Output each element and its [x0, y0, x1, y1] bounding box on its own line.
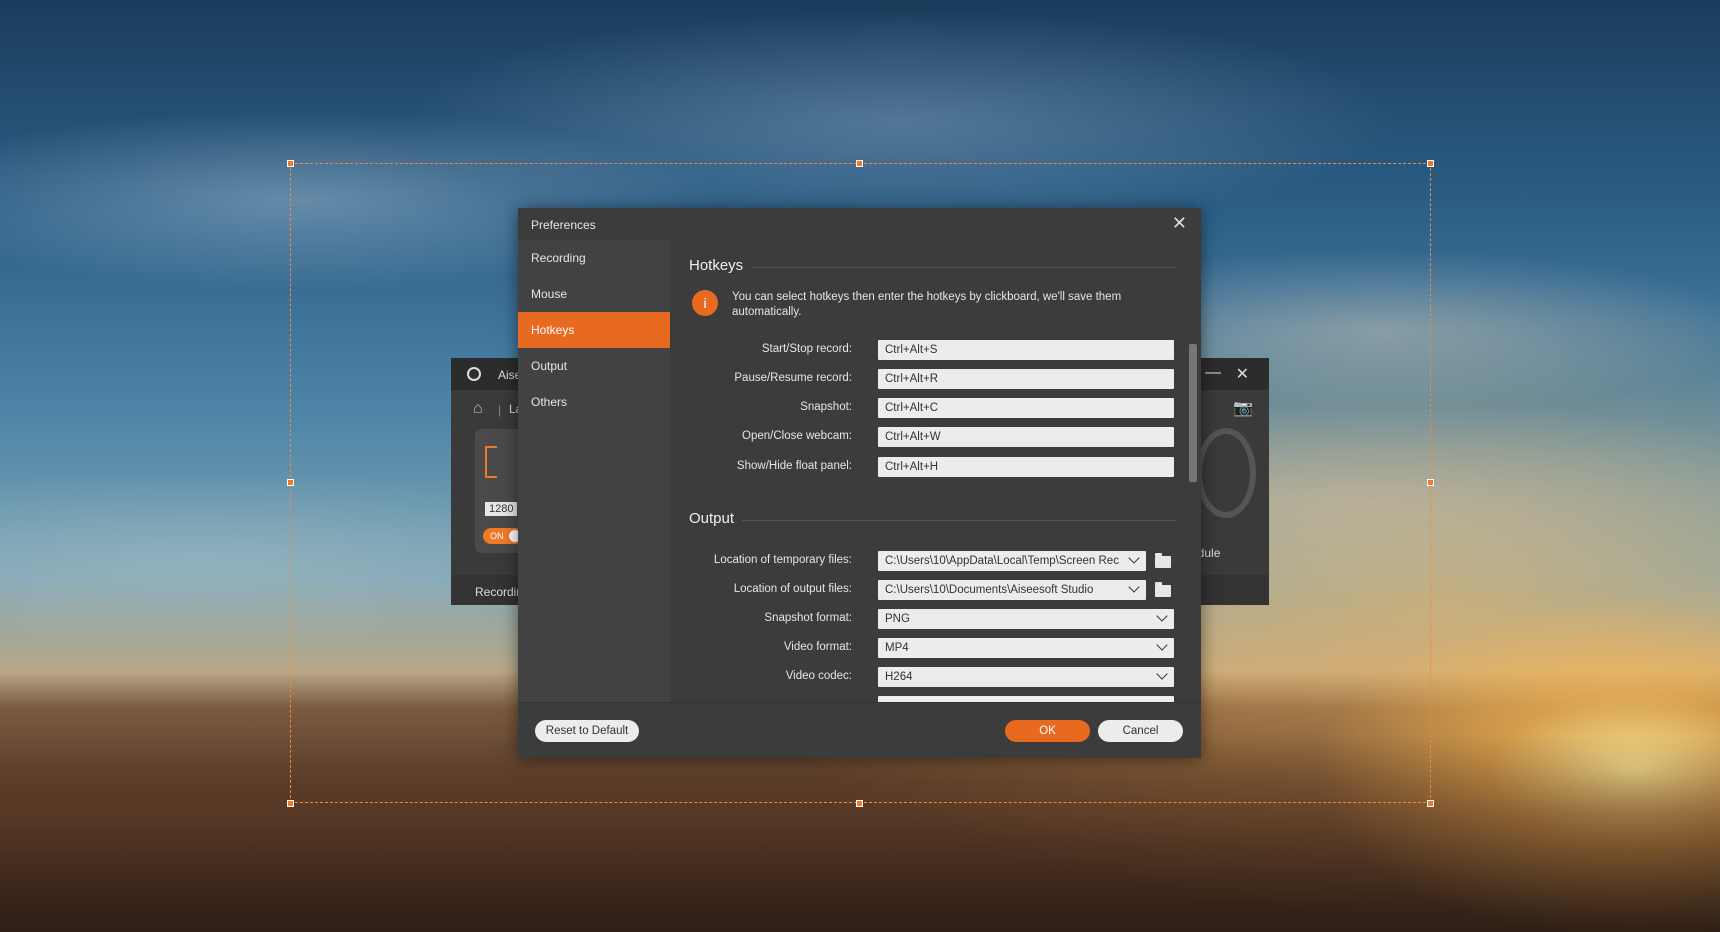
hotkey-label-float-panel: Show/Hide float panel:: [736, 460, 852, 472]
video-codec-select[interactable]: H264: [878, 667, 1174, 687]
resize-handle-top-left[interactable]: [287, 160, 294, 167]
resize-handle-bottom[interactable]: [856, 800, 863, 807]
hotkeys-section-title: Hotkeys: [689, 257, 744, 274]
hotkey-input-float-panel[interactable]: Ctrl+Alt+H: [878, 457, 1174, 477]
folder-icon[interactable]: [1155, 582, 1171, 597]
chevron-down-icon: [1128, 552, 1140, 564]
sidebar-item-mouse[interactable]: Mouse: [518, 276, 670, 312]
sidebar-item-recording[interactable]: Recording: [518, 240, 670, 276]
content-scrollbar[interactable]: [1189, 344, 1197, 482]
home-icon[interactable]: ⌂: [473, 400, 483, 418]
sidebar-item-others[interactable]: Others: [518, 384, 670, 420]
temp-location-value: C:\Users\10\AppData\Local\Temp\Screen Re…: [885, 555, 1119, 567]
hotkey-label-webcam: Open/Close webcam:: [742, 430, 852, 442]
output-location-value: C:\Users\10\Documents\Aiseesoft Studio: [885, 584, 1094, 596]
folder-icon[interactable]: [1155, 553, 1171, 568]
dialog-titlebar: Preferences ✕: [518, 208, 1201, 241]
preferences-sidebar: Recording Mouse Hotkeys Output Others: [518, 240, 670, 702]
app-logo-icon: [467, 367, 481, 381]
hotkeys-info-text: You can select hotkeys then enter the ho…: [732, 291, 1122, 318]
output-section-title: Output: [689, 510, 735, 527]
resolution-field[interactable]: 1280: [485, 502, 518, 516]
temp-location-label: Location of temporary files:: [713, 554, 852, 566]
hotkey-label-pause-resume: Pause/Resume record:: [734, 372, 852, 384]
snapshot-format-select[interactable]: PNG: [878, 609, 1174, 629]
video-format-value: MP4: [885, 642, 909, 654]
resize-handle-left[interactable]: [287, 479, 294, 486]
output-location-label: Location of output files:: [733, 583, 852, 595]
snapshot-format-value: PNG: [885, 613, 910, 625]
resize-handle-right[interactable]: [1427, 479, 1434, 486]
video-format-select[interactable]: MP4: [878, 638, 1174, 658]
close-icon[interactable]: ✕: [1172, 213, 1187, 234]
video-codec-label: Video codec:: [785, 670, 852, 682]
video-format-label: Video format:: [783, 641, 852, 653]
resize-handle-top-right[interactable]: [1427, 160, 1434, 167]
dialog-footer: Reset to Default OK Cancel: [518, 702, 1201, 758]
resize-handle-bottom-right[interactable]: [1427, 800, 1434, 807]
ok-button[interactable]: OK: [1005, 720, 1090, 742]
hotkey-input-start-stop[interactable]: Ctrl+Alt+S: [878, 340, 1174, 360]
temp-location-select[interactable]: C:\Users\10\AppData\Local\Temp\Screen Re…: [878, 551, 1146, 571]
info-icon: i: [692, 290, 718, 316]
resize-handle-top[interactable]: [856, 160, 863, 167]
dialog-title: Preferences: [531, 218, 596, 232]
resize-handle-bottom-left[interactable]: [287, 800, 294, 807]
hotkey-label-snapshot: Snapshot:: [800, 401, 852, 413]
chevron-down-icon: [1156, 639, 1168, 651]
record-dial: [1196, 428, 1256, 518]
output-divider: [742, 520, 1176, 521]
hotkeys-divider: [751, 267, 1176, 268]
preferences-content: Hotkeys i You can select hotkeys then en…: [670, 240, 1201, 702]
toggle-label: ON: [490, 531, 504, 541]
sidebar-item-hotkeys[interactable]: Hotkeys: [518, 312, 670, 348]
close-icon[interactable]: ✕: [1236, 364, 1249, 384]
hotkey-input-snapshot[interactable]: Ctrl+Alt+C: [878, 398, 1174, 418]
minimize-icon[interactable]: —: [1205, 364, 1221, 382]
chevron-down-icon: [1128, 581, 1140, 593]
snapshot-format-label: Snapshot format:: [764, 612, 852, 624]
chevron-down-icon: [1156, 668, 1168, 680]
area-select-icon: [485, 446, 497, 478]
hotkey-input-pause-resume[interactable]: Ctrl+Alt+R: [878, 369, 1174, 389]
display-toggle[interactable]: ON: [483, 528, 523, 544]
hotkey-input-webcam[interactable]: Ctrl+Alt+W: [878, 427, 1174, 447]
video-codec-value: H264: [885, 671, 913, 683]
preferences-dialog: Preferences ✕ Recording Mouse Hotkeys Ou…: [518, 208, 1201, 758]
output-location-select[interactable]: C:\Users\10\Documents\Aiseesoft Studio: [878, 580, 1146, 600]
reset-default-button[interactable]: Reset to Default: [535, 720, 639, 742]
cancel-button[interactable]: Cancel: [1098, 720, 1183, 742]
sidebar-item-output[interactable]: Output: [518, 348, 670, 384]
camera-icon[interactable]: 📷: [1233, 398, 1253, 418]
chevron-down-icon: [1156, 610, 1168, 622]
separator: |: [498, 403, 502, 417]
recording-history-label[interactable]: Recordin: [475, 585, 523, 599]
hotkey-label-start-stop: Start/Stop record:: [761, 343, 852, 355]
